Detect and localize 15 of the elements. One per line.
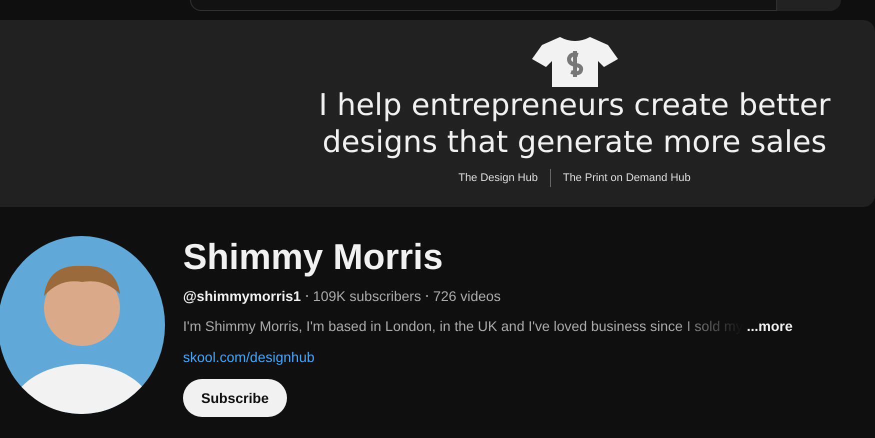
banner-link[interactable]: The Design Hub [446,172,550,184]
channel-link[interactable]: skool.com/designhub [183,349,315,365]
channel-stat: 109K subscribers [312,288,422,304]
banner-headline: designs that generate more sales [322,124,827,161]
more-link[interactable]: ...more [746,318,793,334]
subscribe-button[interactable]: Subscribe [183,379,287,417]
channel-handle: @shimmymorris1 [183,288,301,304]
banner-headline: I help entrepreneurs create better [318,87,830,124]
t-shirt-icon [530,35,620,87]
channel-name: Shimmy Morris [183,235,444,279]
separator-dot-icon [306,295,308,297]
search-button[interactable] [777,0,841,11]
banner-link[interactable]: The Print on Demand Hub [550,172,703,184]
channel-stat: 726 videos [433,288,501,304]
separator-dot-icon [426,295,428,297]
